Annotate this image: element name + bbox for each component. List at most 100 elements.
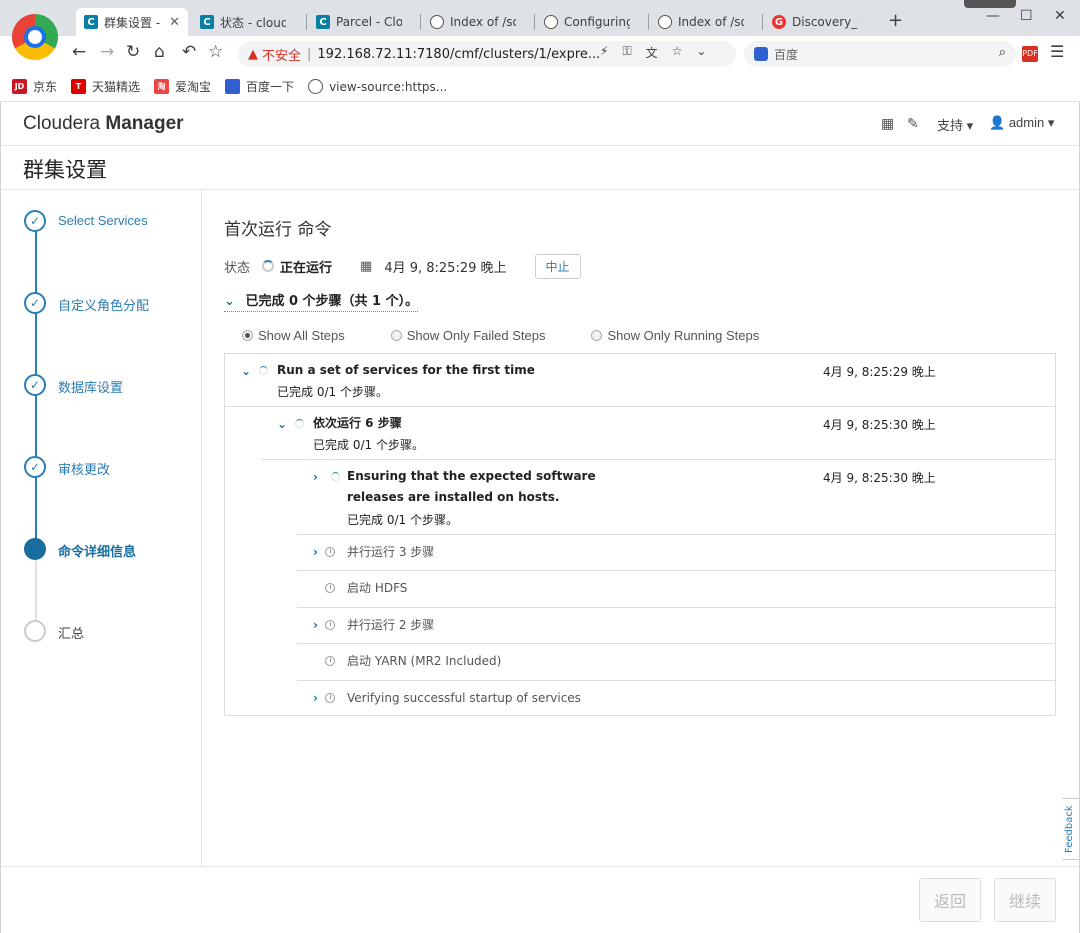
wizard-step-select-services[interactable]: ✓ Select Services — [24, 210, 199, 234]
forward-arrow-icon[interactable]: → — [100, 42, 114, 62]
wizard-step-database[interactable]: ✓ 数据库设置 — [24, 374, 199, 398]
minimize-icon[interactable]: — — [986, 8, 1000, 24]
brand-logo[interactable]: Cloudera Manager — [23, 113, 184, 135]
wizard-steps: ✓ Select Services ✓ 自定义角色分配 ✓ 数据库设置 ✓ 审核… — [1, 190, 202, 866]
back-button[interactable]: 返回 — [919, 878, 981, 922]
tab-title: Index of /softu — [678, 15, 744, 29]
filter-all-steps[interactable]: Show All Steps — [242, 328, 345, 343]
filter-running-steps[interactable]: Show Only Running Steps — [591, 328, 759, 343]
support-menu[interactable]: 支持 ▾ — [937, 115, 973, 134]
hamburger-menu-icon[interactable]: ☰ — [1050, 42, 1064, 61]
undo-icon[interactable]: ↶ — [182, 42, 196, 62]
browser-tab[interactable]: Index of /softu — [422, 8, 534, 36]
bookmark-tmall[interactable]: T 天猫精选 — [71, 78, 140, 95]
step-row-ensure-releases: › Ensuring that the expected software re… — [261, 459, 1055, 534]
discovery-favicon-icon: G — [772, 15, 786, 29]
back-arrow-icon[interactable]: ← — [72, 42, 86, 62]
chevron-right-icon[interactable]: › — [313, 618, 318, 632]
browser-toolbar: ← → ↻ ⌂ ↶ ☆ ▲ 不安全 | 192.168.72.11:7180/c… — [0, 36, 1080, 72]
check-icon: ✓ — [24, 456, 46, 478]
check-icon: ✓ — [24, 374, 46, 396]
cloudera-favicon-icon: C — [200, 15, 214, 29]
step-row-start-yarn: 启动 YARN (MR2 Included) — [297, 643, 1055, 680]
spinner-icon — [331, 472, 340, 481]
step-label: 自定义角色分配 — [58, 298, 150, 313]
feedback-tab[interactable]: Feedback — [1062, 798, 1080, 860]
chevron-right-icon[interactable]: › — [313, 545, 318, 559]
steps-summary-toggle[interactable]: ⌄ 已完成 0 个步骤（共 1 个）。 — [224, 290, 419, 312]
status-value: 正在运行 — [280, 260, 333, 276]
filter-failed-steps[interactable]: Show Only Failed Steps — [390, 328, 545, 343]
pdf-icon[interactable]: PDF — [1022, 46, 1038, 62]
step-filters: Show All Steps Show Only Failed Steps Sh… — [242, 328, 805, 343]
step-label: 汇总 — [58, 626, 85, 641]
cloudera-favicon-icon: C — [316, 15, 330, 29]
browser-tab[interactable]: Index of /softu — [650, 8, 762, 36]
browser-tab[interactable]: G Discovery_We — [764, 8, 876, 36]
browser-tab[interactable]: Configuring a — [536, 8, 648, 36]
caret-down-icon: ▾ — [966, 118, 974, 133]
new-tab-icon[interactable]: + — [888, 10, 903, 31]
radio-selected-icon — [242, 330, 253, 341]
globe-icon — [658, 15, 672, 29]
wizard-step-review[interactable]: ✓ 审核更改 — [24, 456, 199, 480]
star-icon[interactable]: ☆ — [208, 42, 223, 62]
translate-icon[interactable]: 文 — [646, 44, 658, 61]
lightning-icon[interactable]: ⚡ — [600, 44, 608, 61]
command-title: 首次运行 命令 — [224, 220, 332, 240]
search-engine-label: 百度 — [774, 47, 799, 62]
browser-tab[interactable]: C 状态 - clouder — [192, 8, 304, 36]
bookmark-label: 京东 — [33, 80, 58, 94]
bookmark-view-source[interactable]: view-source:https... — [308, 79, 447, 94]
key-icon[interactable]: ⚿ — [622, 44, 631, 61]
reload-icon[interactable]: ↻ — [126, 42, 140, 62]
chevron-down-icon[interactable]: ⌄ — [277, 417, 287, 431]
search-icon[interactable]: ⌕ — [999, 45, 1006, 60]
url-text: 192.168.72.11:7180/cmf/clusters/1/expre.… — [317, 46, 601, 62]
page-title: 群集设置 — [23, 158, 107, 182]
bookmark-aitaobao[interactable]: 淘 爱淘宝 — [154, 78, 211, 95]
gift-icon[interactable]: ▦ — [881, 116, 894, 132]
wizard-footer: 返回 继续 — [1, 866, 1079, 932]
spinner-icon — [295, 419, 304, 428]
chevron-down-icon: ⌄ — [224, 294, 235, 309]
wizard-step-role-assignment[interactable]: ✓ 自定义角色分配 — [24, 292, 199, 316]
bookmark-label: 爱淘宝 — [175, 80, 212, 94]
close-window-icon[interactable]: ✕ — [1054, 8, 1066, 24]
clock-icon — [325, 620, 335, 630]
tab-title: Parcel - Cloud — [336, 15, 402, 29]
step-name: Ensuring that the expected software rele… — [347, 469, 596, 504]
search-box[interactable]: 百度 ⌕ — [744, 41, 1016, 67]
step-progress: 已完成 0/1 个步骤。 — [313, 438, 424, 452]
bookmark-label: view-source:https... — [329, 79, 448, 94]
abort-button[interactable]: 中止 — [534, 253, 581, 279]
pending-step-icon — [24, 620, 46, 642]
chevron-down-icon[interactable]: ⌄ — [241, 364, 251, 378]
support-label: 支持 — [937, 118, 964, 133]
chevron-right-icon[interactable]: › — [313, 691, 318, 705]
close-tab-icon[interactable]: ✕ — [169, 15, 180, 30]
bookmark-baidu[interactable]: 百度一下 — [225, 78, 294, 95]
bookmark-jd[interactable]: JD 京东 — [12, 78, 57, 95]
bookmark-label: 天猫精选 — [92, 80, 141, 94]
status-label: 状态 — [224, 260, 251, 276]
bookmark-star-icon[interactable]: ☆ — [672, 44, 683, 61]
browser-tab[interactable]: C Parcel - Cloud — [308, 8, 420, 36]
step-row-parallel-3: › 并行运行 3 步骤 — [297, 534, 1055, 570]
step-name: 并行运行 3 步骤 — [347, 545, 435, 559]
chevron-right-icon[interactable]: › — [313, 470, 318, 484]
continue-button[interactable]: 继续 — [994, 878, 1056, 922]
tab-divider — [306, 14, 307, 30]
browser-tab[interactable]: C 群集设置 - ✕ — [76, 8, 188, 36]
user-menu[interactable]: 👤 admin ▾ — [989, 115, 1054, 131]
step-label: 数据库设置 — [58, 380, 124, 395]
check-icon: ✓ — [24, 292, 46, 314]
tab-divider — [420, 14, 421, 30]
step-label: 命令详细信息 — [58, 544, 137, 559]
maximize-icon[interactable]: ☐ — [1020, 8, 1033, 24]
tab-title: 群集设置 - — [104, 15, 161, 30]
chevron-down-icon[interactable]: ⌄ — [696, 44, 706, 61]
radio-icon — [390, 330, 402, 341]
home-icon[interactable]: ⌂ — [154, 42, 165, 62]
notes-icon[interactable]: ✎ — [907, 116, 919, 132]
